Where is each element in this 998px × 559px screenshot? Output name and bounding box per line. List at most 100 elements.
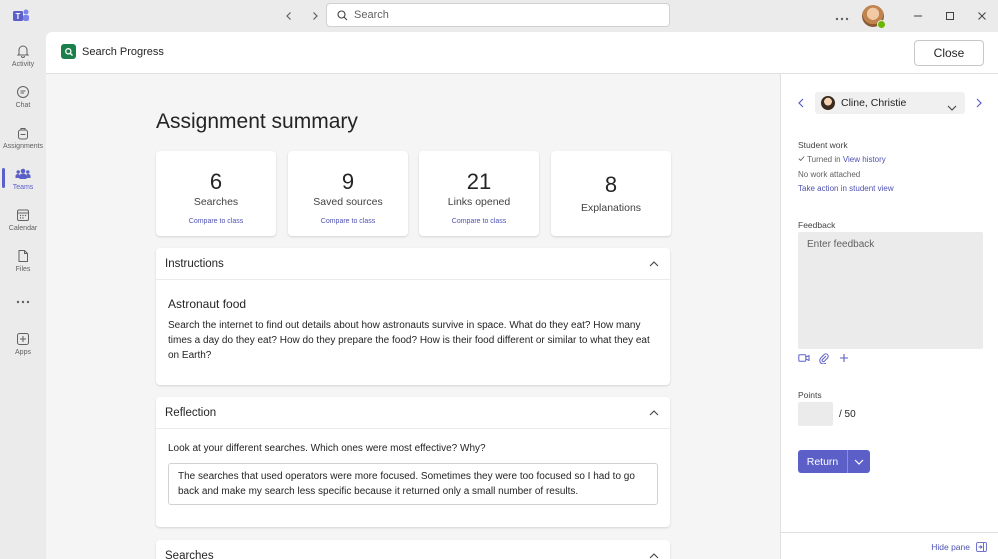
back-button[interactable] [278,6,300,26]
attach-icon[interactable] [818,352,830,364]
no-work-text: No work attached [798,170,861,179]
chevron-up-icon[interactable] [648,407,660,419]
return-options-button[interactable] [847,450,870,473]
feedback-input[interactable] [798,232,983,349]
more-icon [835,17,849,21]
rail-item-files[interactable]: Files [0,240,46,280]
maximize-icon [946,12,954,20]
search-progress-app-icon [61,44,76,59]
stat-value: 8 [604,172,618,197]
calendar-icon [15,207,31,223]
compare-to-class-link[interactable]: Compare to class [288,218,408,225]
searches-header[interactable]: Searches [156,540,670,559]
chevron-right-icon [976,98,982,108]
rail-item-assignments[interactable]: Assignments [0,117,46,157]
compare-to-class-link[interactable]: Compare to class [156,218,276,225]
stat-card-searches: 6 Searches Compare to class [156,151,276,236]
take-action-link[interactable]: Take action in student view [798,184,894,193]
app-title: Search Progress [82,46,164,58]
chevron-right-icon [313,12,318,20]
rail-label: Activity [11,60,35,68]
section-title: Searches [165,549,214,559]
search-input[interactable] [354,9,634,21]
section-title: Instructions [165,257,224,270]
close-icon [978,12,986,20]
teams-logo-icon[interactable]: T [12,7,30,25]
search-icon [337,9,348,20]
hide-pane-label: Hide pane [931,542,970,552]
bell-icon [15,43,31,59]
student-name: Cline, Christie [841,97,907,109]
instructions-section: Instructions Astronaut food Search the i… [156,248,670,385]
grading-pane: Cline, Christie Student work Turned in V… [780,74,998,559]
app-header: Search Progress Close [46,32,998,74]
rail-label: Chat [15,101,31,109]
instructions-text: Search the internet to find out details … [168,320,650,361]
compare-to-class-link[interactable]: Compare to class [419,218,539,225]
previous-student-button[interactable] [795,96,807,110]
rail-item-more[interactable] [0,282,46,322]
rail-item-calendar[interactable]: Calendar [0,199,46,239]
section-title: Reflection [165,406,217,419]
close-button[interactable]: Close [914,40,984,66]
pane-footer: Hide pane [781,532,998,559]
chevron-up-icon[interactable] [648,258,660,270]
chevron-left-icon [798,98,804,108]
stat-label: Saved sources [313,196,383,208]
reflection-question: Look at your different searches. Which o… [168,443,486,454]
rail-item-chat[interactable]: Chat [0,76,46,116]
return-button-group: Return [798,450,870,473]
minimize-icon [914,15,922,17]
add-icon[interactable] [838,352,850,364]
maximize-button[interactable] [934,0,966,32]
search-bar[interactable] [326,3,670,27]
collapse-pane-icon [976,542,987,552]
view-history-link[interactable]: View history [843,155,886,164]
chat-icon [15,84,31,100]
presence-available-icon [877,20,886,29]
reflection-section: Reflection Look at your different search… [156,397,670,527]
file-icon [15,248,31,264]
student-dropdown[interactable]: Cline, Christie [815,92,965,114]
stat-card-saved-sources: 9 Saved sources Compare to class [288,151,408,236]
rail-label: Teams [12,183,34,191]
rail-label: Assignments [2,142,44,150]
student-work-label: Student work [798,140,848,150]
next-student-button[interactable] [973,96,985,110]
more-icon [15,294,31,310]
page-title: Assignment summary [156,110,358,133]
video-icon[interactable] [798,352,810,364]
searches-section: Searches [156,540,670,559]
profile-avatar[interactable] [862,5,886,29]
chevron-up-icon[interactable] [648,550,660,559]
chevron-down-icon [854,459,864,465]
hide-pane-button[interactable]: Hide pane [931,542,987,552]
minimize-button[interactable] [902,0,934,32]
reflection-header[interactable]: Reflection [156,397,670,429]
window-close-button[interactable] [966,0,998,32]
checkmark-icon [798,156,805,162]
instructions-header[interactable]: Instructions [156,248,670,280]
app-rail: Activity Chat Assignments Teams Calendar… [0,32,46,559]
rail-item-teams[interactable]: Teams [0,158,46,198]
rail-item-activity[interactable]: Activity [0,35,46,75]
rail-item-apps[interactable]: Apps [0,323,46,363]
stat-card-links-opened: 21 Links opened Compare to class [419,151,539,236]
svg-text:T: T [16,12,21,21]
rail-label: Files [15,265,31,273]
teams-icon [15,166,31,182]
stat-label: Searches [193,196,239,208]
stat-value: 21 [466,169,492,194]
student-avatar [821,96,835,110]
return-button[interactable]: Return [798,450,847,473]
backpack-icon [15,125,31,141]
turned-in-status: Turned in View history [798,155,886,164]
stat-card-explanations: 8 Explanations [551,151,671,236]
stat-value: 9 [341,169,355,194]
points-input[interactable] [798,402,833,426]
assignment-subtitle: Astronaut food [168,297,247,311]
title-bar: T [0,0,998,32]
reflection-answer: The searches that used operators were mo… [168,463,658,505]
more-options-button[interactable] [830,8,854,24]
forward-button[interactable] [304,6,326,26]
